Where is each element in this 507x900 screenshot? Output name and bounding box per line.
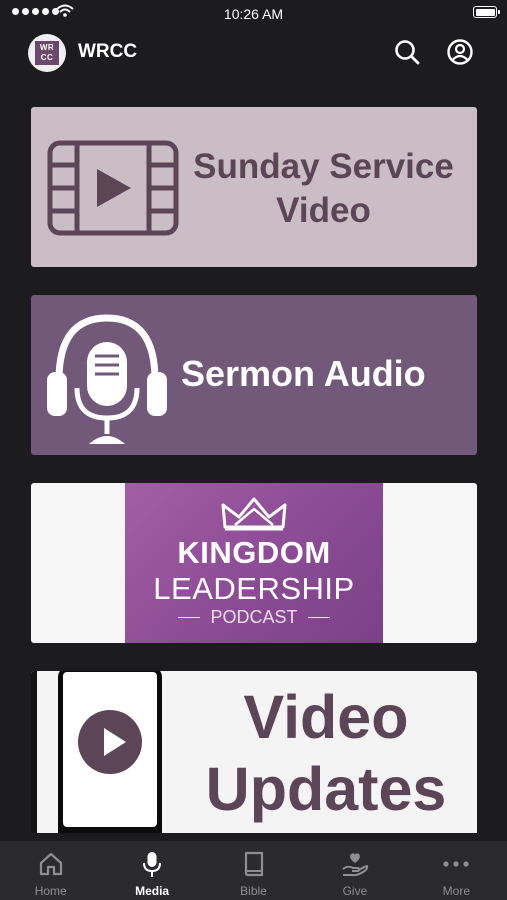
tab-more[interactable]: More xyxy=(406,841,507,900)
crown-icon xyxy=(221,497,287,531)
play-icon xyxy=(78,710,142,774)
book-icon xyxy=(244,851,263,877)
tab-give[interactable]: Give xyxy=(304,841,405,900)
tab-label: Give xyxy=(342,884,368,898)
phone-edge xyxy=(31,671,37,833)
battery-icon xyxy=(473,6,500,18)
tile-title-line1: Sunday Service xyxy=(193,147,454,186)
give-hand-heart-icon xyxy=(342,853,369,877)
film-play-icon xyxy=(47,140,179,236)
microphone-icon xyxy=(143,852,162,877)
tab-bar: Home Media Bible Give More xyxy=(0,841,507,900)
divider xyxy=(178,616,201,619)
podcast-microphone-headphones-icon xyxy=(47,314,167,444)
podcast-title-line1: KINGDOM xyxy=(177,535,331,570)
logo-mark: WR CC xyxy=(35,41,59,65)
tile-title: Video Updates xyxy=(181,681,471,825)
tile-sermon-audio[interactable]: Sermon Audio xyxy=(31,295,477,455)
tab-label: More xyxy=(442,884,470,898)
profile-icon[interactable] xyxy=(446,38,474,66)
tile-title: Sermon Audio xyxy=(181,353,426,394)
tile-title: Sunday Service Video xyxy=(181,145,466,233)
tile-video-updates[interactable]: Video Updates xyxy=(31,671,477,833)
phone-screen xyxy=(63,672,157,827)
tile-kingdom-leadership-podcast[interactable]: KINGDOM LEADERSHIP PODCAST xyxy=(31,483,477,643)
podcast-title-line2: LEADERSHIP xyxy=(153,571,355,606)
logo-text-line1: WR xyxy=(39,43,55,52)
tile-sunday-service-video[interactable]: Sunday Service Video xyxy=(31,107,477,267)
tab-media[interactable]: Media xyxy=(101,841,202,900)
status-bar: 10:26 AM xyxy=(0,0,507,28)
divider xyxy=(307,616,330,619)
tab-bible[interactable]: Bible xyxy=(203,841,304,900)
tab-label: Home xyxy=(34,884,67,898)
tab-home[interactable]: Home xyxy=(0,841,101,900)
search-icon[interactable] xyxy=(393,38,421,66)
app-title: WRCC xyxy=(78,41,138,62)
more-dots-icon xyxy=(443,861,469,867)
logo-text-line2: CC xyxy=(40,53,54,62)
tile-title-line2: Updates xyxy=(205,755,447,823)
home-icon xyxy=(39,852,62,876)
tile-title-line2: Video xyxy=(276,191,371,230)
phone-play-icon xyxy=(58,671,162,833)
tab-label: Media xyxy=(135,884,170,898)
app-bar: WR CC WRCC xyxy=(0,28,507,78)
tile-title-line1: Video xyxy=(243,683,409,751)
podcast-subtitle-text: PODCAST xyxy=(210,607,298,627)
church-logo[interactable]: WR CC xyxy=(28,34,66,72)
podcast-subtitle: PODCAST xyxy=(125,607,383,628)
tab-label: Bible xyxy=(240,884,267,898)
status-time: 10:26 AM xyxy=(223,6,284,22)
podcast-artwork: KINGDOM LEADERSHIP PODCAST xyxy=(125,483,383,643)
